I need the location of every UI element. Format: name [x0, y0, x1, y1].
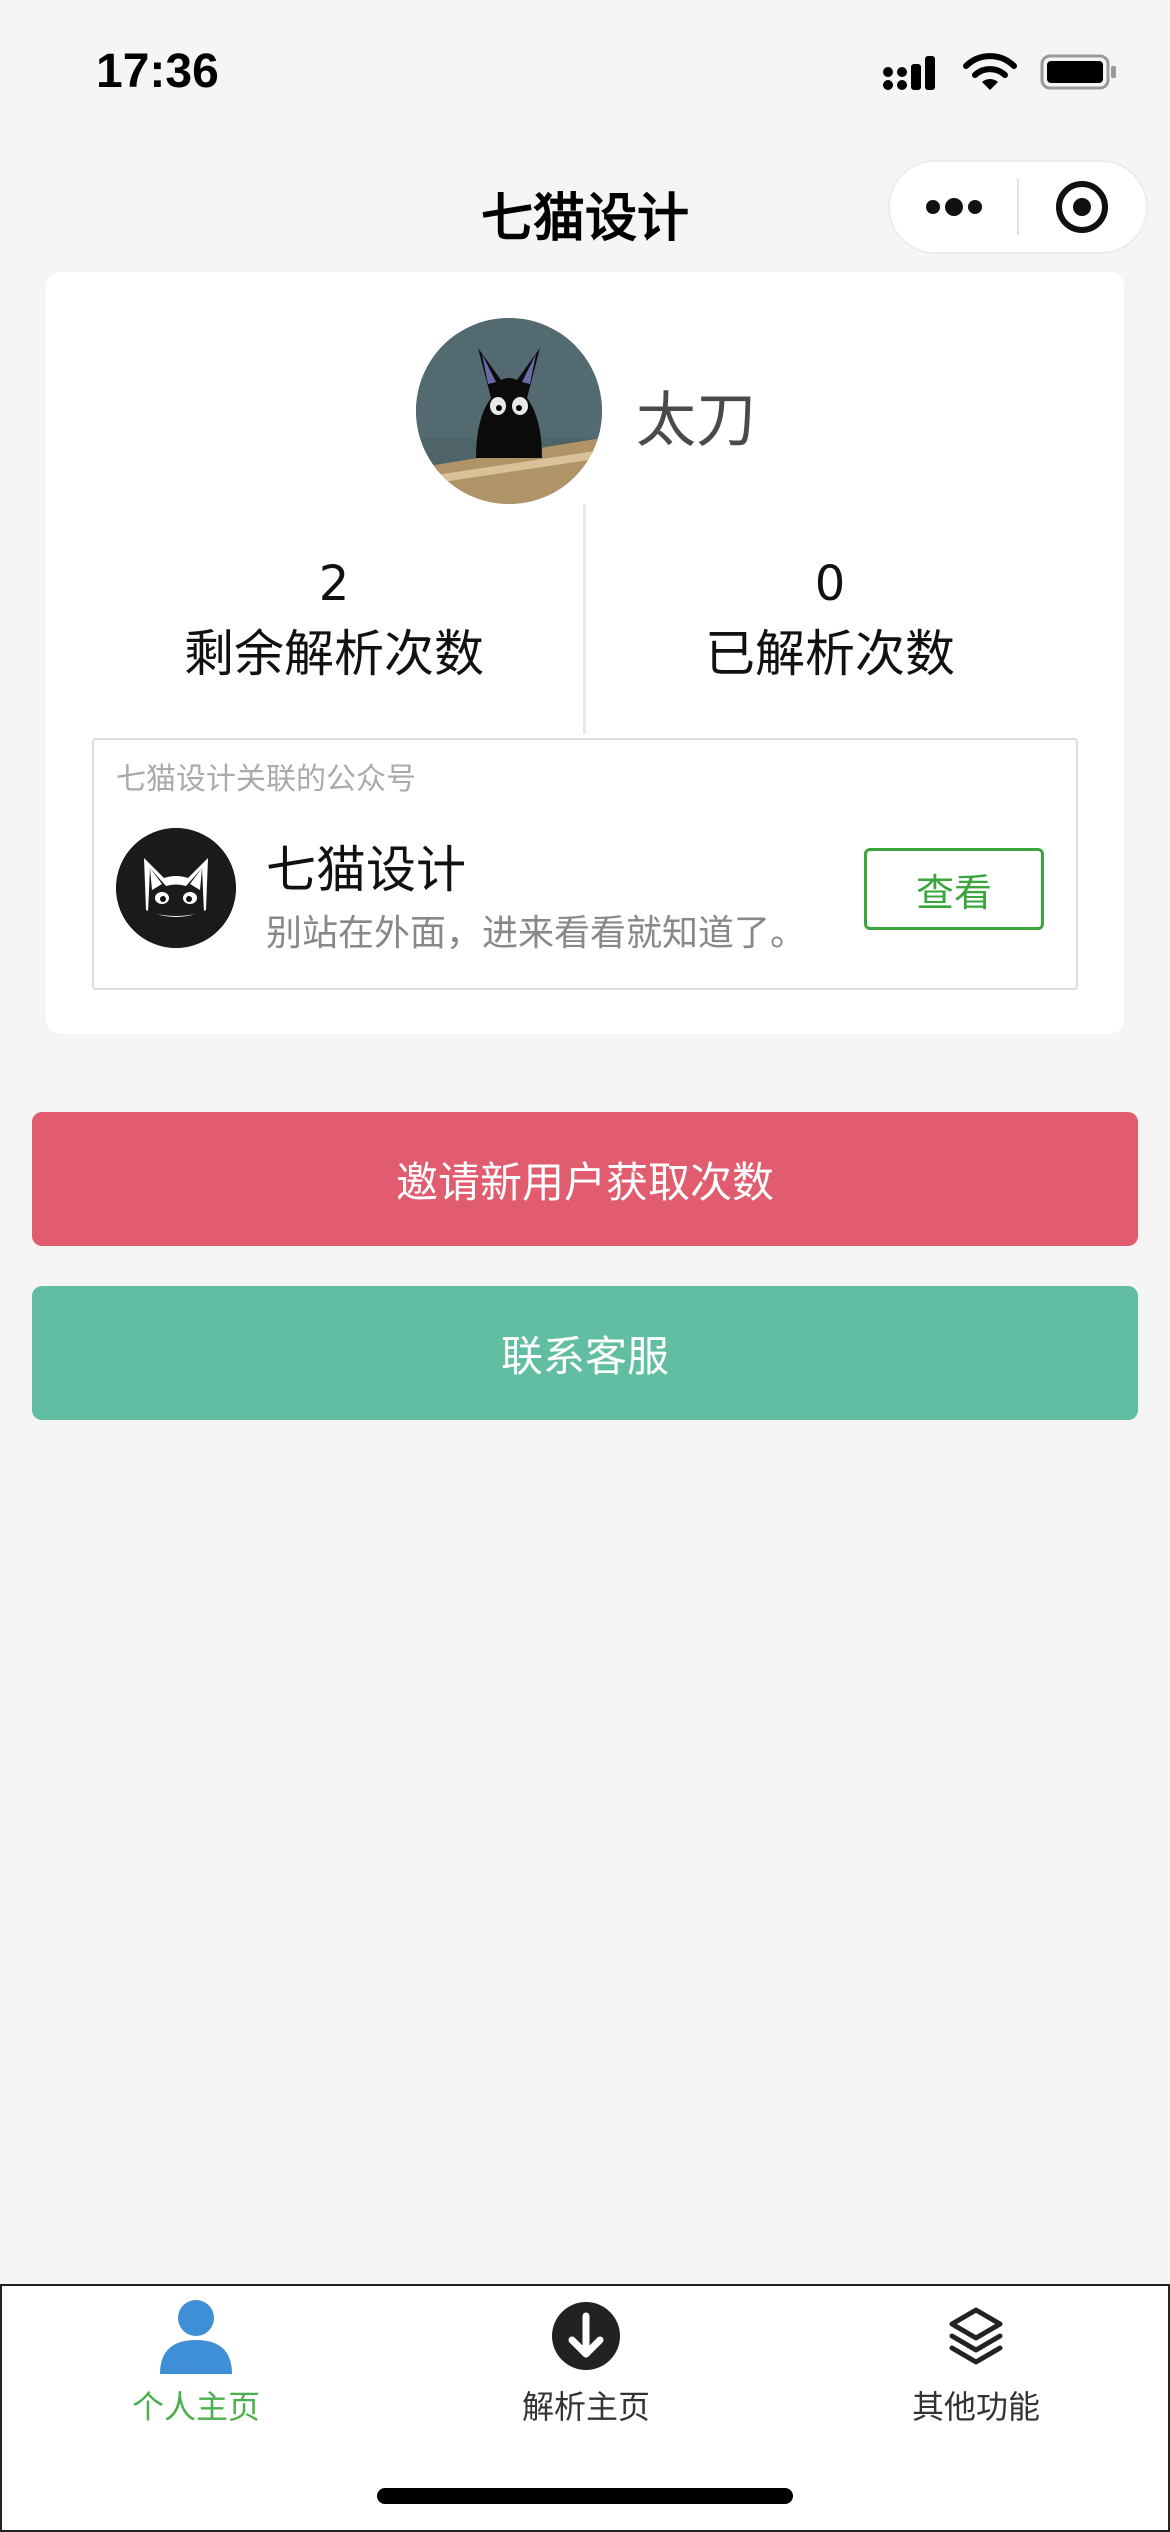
cellular-signal-icon	[883, 56, 935, 90]
tab-parse-home-label: 解析主页	[521, 2388, 650, 2426]
official-account-description: 别站在外面，进来看看就知道了。	[266, 913, 807, 954]
remaining-count-stat: 2 剩余解析次数	[84, 554, 584, 688]
cat-face-logo-icon	[116, 828, 236, 948]
parsed-count-stat: 0 已解析次数	[580, 554, 1080, 688]
tab-personal-home[interactable]: 个人主页	[46, 2296, 346, 2446]
wifi-icon	[963, 53, 1017, 90]
person-icon	[160, 2300, 232, 2374]
mini-program-capsule	[888, 160, 1148, 254]
status-time: 17:36	[96, 45, 219, 98]
download-circle-icon	[552, 2302, 620, 2370]
tab-parse-home[interactable]: 解析主页	[436, 2296, 736, 2446]
close-button[interactable]	[1019, 162, 1146, 252]
parsed-count-label: 已解析次数	[705, 625, 955, 683]
official-account-name: 七猫设计	[266, 841, 466, 899]
avatar[interactable]	[416, 318, 602, 504]
official-account-caption: 七猫设计关联的公众号	[116, 762, 416, 797]
username: 太刀	[636, 386, 756, 456]
parsed-count-value: 0	[814, 556, 846, 612]
remaining-count-label: 剩余解析次数	[184, 625, 484, 683]
invite-new-user-button[interactable]: 邀请新用户获取次数	[32, 1112, 1138, 1246]
tab-bar: 个人主页 解析主页 其他功能	[0, 2284, 1170, 2532]
remaining-count-value: 2	[318, 556, 350, 612]
black-cat-avatar-icon	[416, 318, 602, 504]
tab-personal-home-label: 个人主页	[131, 2388, 260, 2426]
target-close-icon	[1056, 181, 1109, 233]
view-account-button[interactable]: 查看	[864, 848, 1044, 930]
more-button[interactable]	[890, 162, 1017, 252]
nav-bar: 七猫设计	[0, 140, 1170, 270]
layers-icon	[949, 2307, 1003, 2365]
tab-other-features-label: 其他功能	[911, 2388, 1040, 2426]
official-account-card[interactable]: 七猫设计关联的公众号 七猫设计 别站在外面，进来看看就知道了。 查看	[92, 738, 1078, 990]
home-indicator[interactable]	[377, 2488, 793, 2504]
profile-card: 太刀 2 剩余解析次数 0 已解析次数 七猫设计关联的公众号 七猫设计 别站在外…	[46, 272, 1124, 1034]
status-icons	[882, 52, 1118, 92]
battery-icon	[1040, 54, 1116, 90]
status-bar: 17:36	[0, 0, 1170, 140]
contact-support-button[interactable]: 联系客服	[32, 1286, 1138, 1420]
tab-other-features[interactable]: 其他功能	[826, 2296, 1126, 2446]
official-account-logo	[116, 828, 236, 948]
more-dots-icon	[925, 198, 982, 216]
